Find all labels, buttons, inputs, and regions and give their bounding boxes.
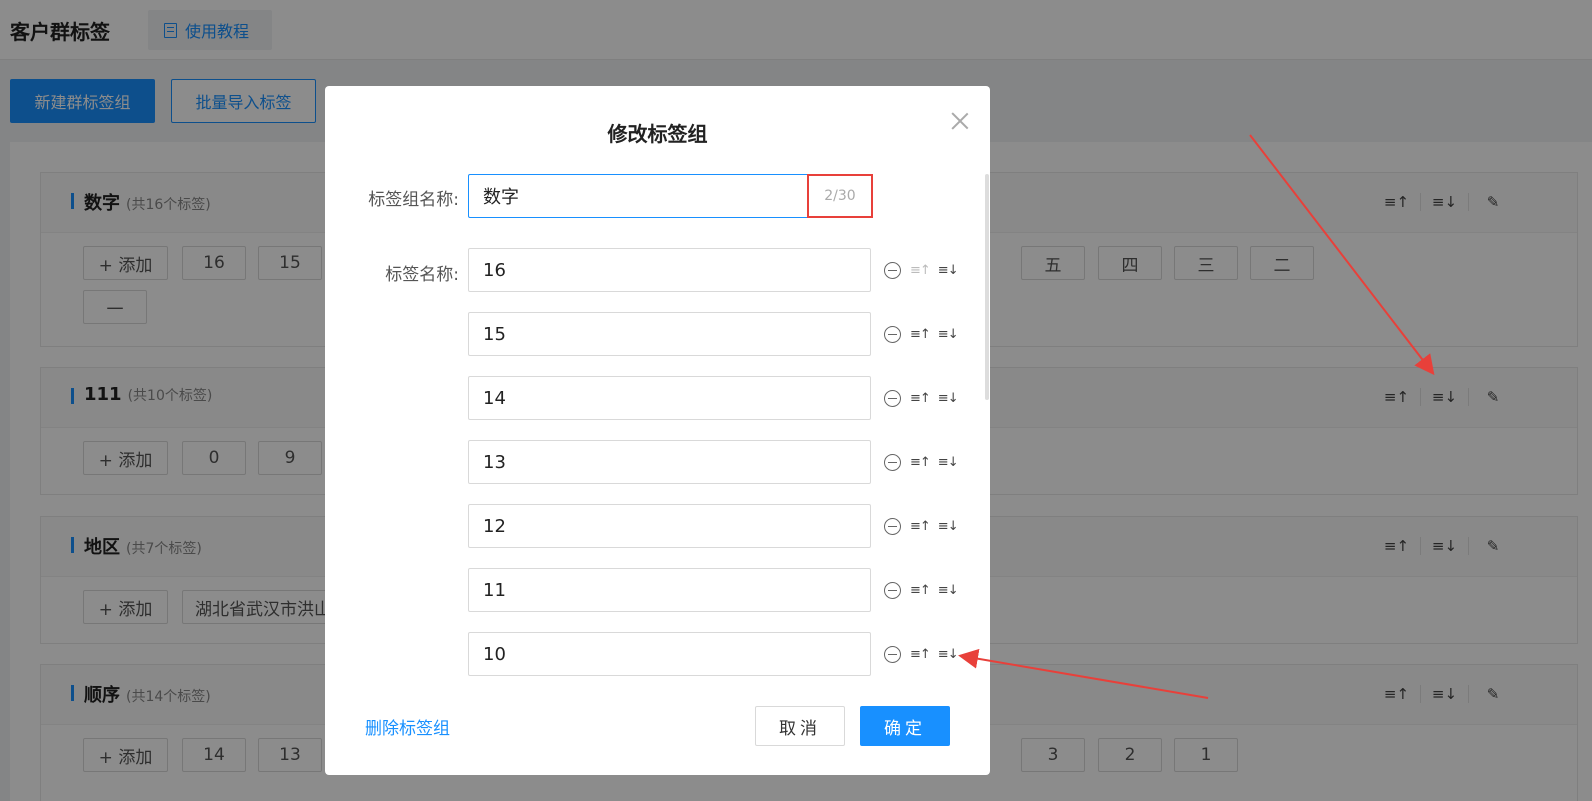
move-down-icon[interactable]: ≡↓ — [938, 455, 959, 470]
move-up-icon[interactable]: ≡↑ — [910, 455, 931, 470]
move-down-icon[interactable]: ≡↓ — [938, 391, 959, 406]
group-name-label: 标签组名称: — [368, 190, 459, 210]
move-up-icon[interactable]: ≡↑ — [910, 647, 931, 662]
confirm-button[interactable]: 确定 — [860, 706, 950, 746]
remove-circle-icon[interactable] — [884, 453, 901, 471]
close-icon[interactable] — [951, 112, 969, 130]
row-actions: ≡↑ ≡↓ — [884, 644, 966, 664]
row-actions: ≡↑ ≡↓ — [884, 260, 966, 280]
move-down-icon[interactable]: ≡↓ — [938, 519, 959, 534]
move-down-icon[interactable]: ≡↓ — [938, 583, 959, 598]
tag-name-input[interactable]: 16 — [468, 248, 871, 292]
edit-tag-group-modal: 修改标签组 标签组名称: 数字 2/30 标签名称: 16 ≡↑ ≡↓ 15 ≡… — [325, 86, 990, 775]
move-down-icon[interactable]: ≡↓ — [938, 327, 959, 342]
tag-name-input[interactable]: 15 — [468, 312, 871, 356]
move-down-icon[interactable]: ≡↓ — [938, 263, 959, 278]
char-counter: 2/30 — [807, 174, 873, 218]
move-up-icon[interactable]: ≡↑ — [910, 583, 931, 598]
remove-circle-icon[interactable] — [884, 645, 901, 663]
row-actions: ≡↑ ≡↓ — [884, 580, 966, 600]
move-up-icon[interactable]: ≡↑ — [910, 327, 931, 342]
tag-name-label: 标签名称: — [385, 265, 459, 285]
move-up-icon[interactable]: ≡↑ — [910, 263, 931, 278]
remove-circle-icon[interactable] — [884, 261, 901, 279]
tag-name-input[interactable]: 13 — [468, 440, 871, 484]
tag-name-input[interactable]: 10 — [468, 632, 871, 676]
tag-name-input[interactable]: 14 — [468, 376, 871, 420]
tag-name-input[interactable]: 11 — [468, 568, 871, 612]
modal-scrollbar[interactable] — [985, 174, 989, 400]
remove-circle-icon[interactable] — [884, 325, 901, 343]
row-actions: ≡↑ ≡↓ — [884, 324, 966, 344]
move-up-icon[interactable]: ≡↑ — [910, 391, 931, 406]
delete-group-link[interactable]: 删除标签组 — [365, 714, 450, 739]
remove-circle-icon[interactable] — [884, 517, 901, 535]
row-actions: ≡↑ ≡↓ — [884, 452, 966, 472]
move-down-icon[interactable]: ≡↓ — [938, 647, 959, 662]
cancel-button[interactable]: 取消 — [755, 706, 845, 746]
move-up-icon[interactable]: ≡↑ — [910, 519, 931, 534]
row-actions: ≡↑ ≡↓ — [884, 388, 966, 408]
modal-title: 修改标签组 — [607, 122, 708, 146]
tag-name-input[interactable]: 12 — [468, 504, 871, 548]
remove-circle-icon[interactable] — [884, 389, 901, 407]
remove-circle-icon[interactable] — [884, 581, 901, 599]
row-actions: ≡↑ ≡↓ — [884, 516, 966, 536]
